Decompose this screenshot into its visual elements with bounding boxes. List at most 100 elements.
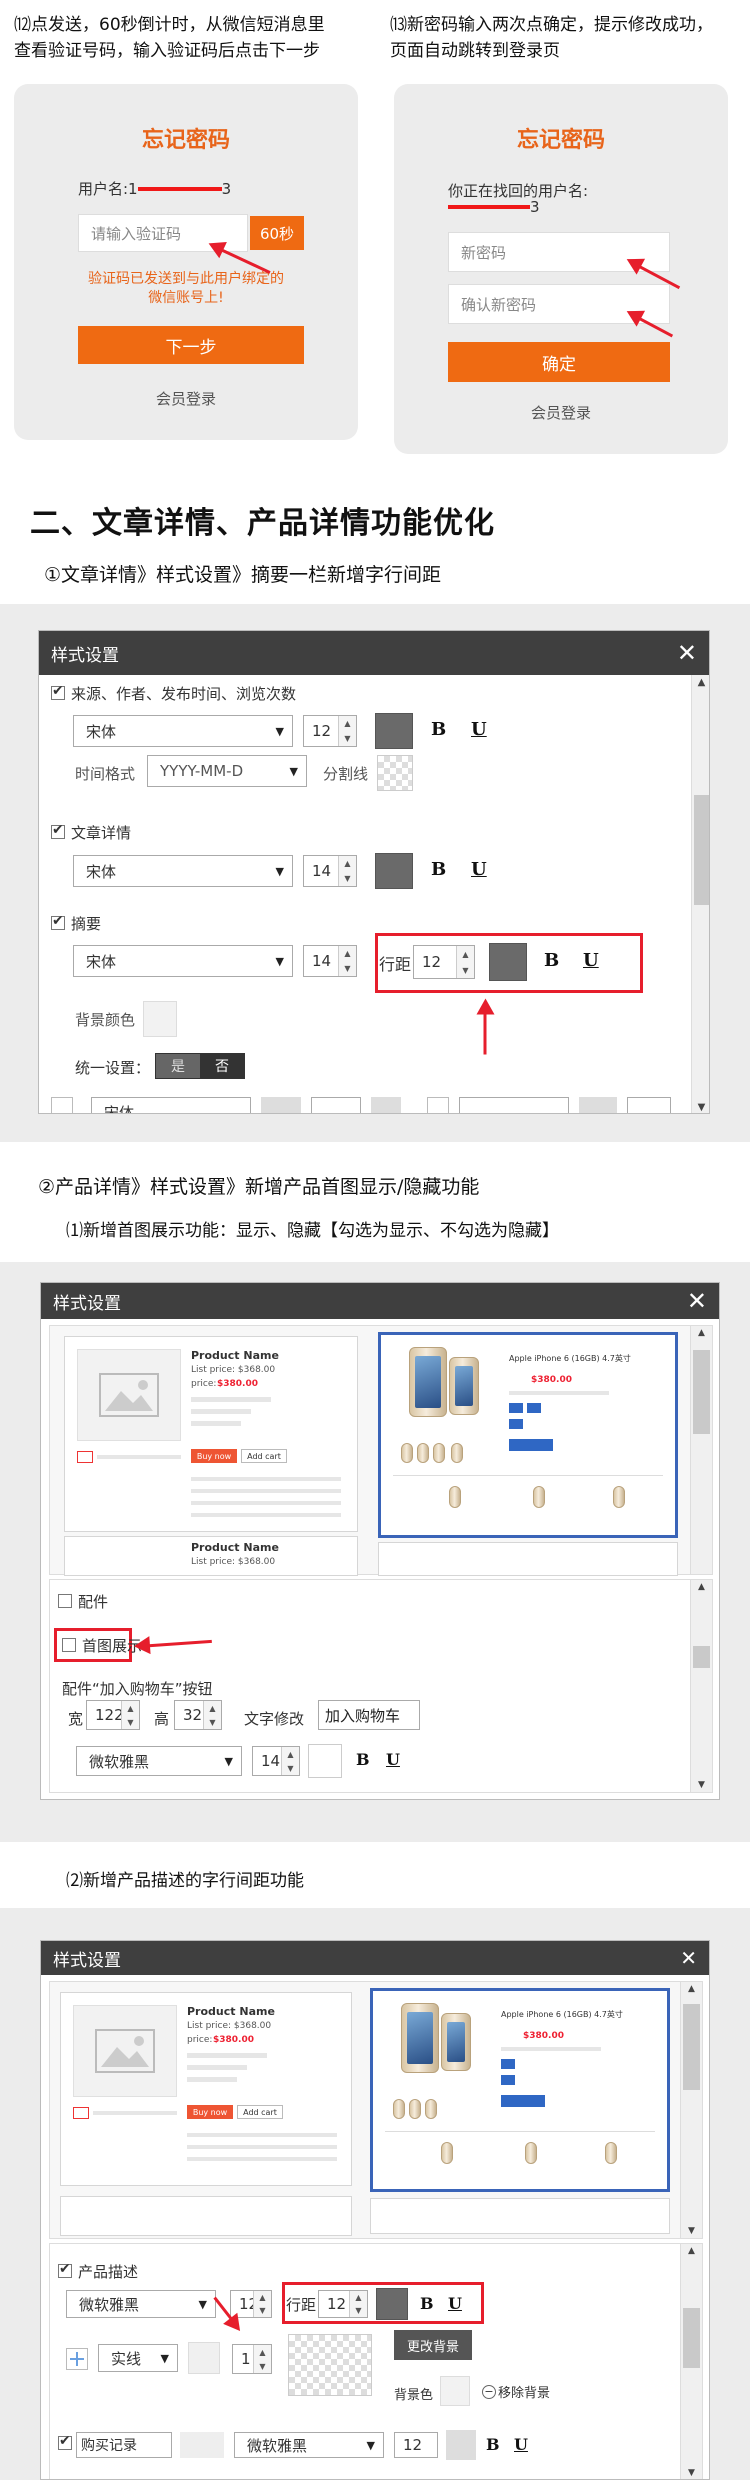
font-select[interactable]: 微软雅黑 ▼ [76, 1746, 242, 1776]
member-login-link[interactable]: 会员登录 [14, 388, 358, 409]
template-tile-right-2[interactable] [378, 1542, 678, 1576]
template-tile-left-2[interactable] [60, 2196, 352, 2236]
spinner-icon[interactable]: ▲ ▼ [456, 946, 474, 978]
font-size-stepper[interactable]: 14 ▲ ▼ [303, 855, 357, 887]
confirm-button[interactable]: 确定 [448, 342, 670, 382]
font-select[interactable] [459, 1097, 569, 1113]
scroll-thumb[interactable] [693, 1646, 710, 1668]
accessory-checkbox[interactable] [58, 1594, 72, 1608]
color-swatch[interactable] [375, 853, 413, 889]
scroll-thumb[interactable] [694, 795, 709, 905]
bold-button[interactable]: B [431, 719, 446, 740]
scroll-up-icon[interactable]: ▲ [681, 2246, 702, 2256]
scroll-down-icon[interactable]: ▼ [692, 1102, 709, 1113]
time-format-select[interactable]: YYYY-MM-D ▼ [147, 755, 307, 787]
color-swatch[interactable] [376, 2288, 408, 2320]
meta-checkbox[interactable] [51, 683, 65, 700]
countdown-button[interactable]: 60秒 [250, 216, 304, 250]
scroll-down-icon[interactable]: ▼ [681, 2468, 702, 2478]
width-stepper[interactable]: 122 ▲ ▼ [86, 1700, 140, 1730]
template-tile-left[interactable]: Product Name List price: $368.00 price: … [60, 1992, 352, 2186]
font-select[interactable]: 微软雅黑 ▼ [234, 2432, 384, 2458]
next-step-button[interactable]: 下一步 [78, 326, 304, 364]
scroll-up-icon[interactable]: ▲ [691, 1582, 712, 1592]
underline-button[interactable]: U [514, 2435, 528, 2454]
cut-checkbox[interactable] [51, 1097, 73, 1113]
height-stepper[interactable]: 32 ▲ ▼ [174, 1700, 222, 1730]
color-swatch[interactable] [371, 1097, 401, 1113]
spinner-icon[interactable]: ▲ ▼ [281, 1747, 299, 1775]
template-tile-right-selected[interactable]: Apple iPhone 6 (16GB) 4.7英寸 $380.00 [370, 1988, 670, 2192]
bold-button[interactable]: B [431, 859, 446, 880]
underline-button[interactable]: U [448, 2294, 462, 2313]
first-image-checkbox[interactable] [62, 1638, 76, 1652]
toggle-no[interactable]: 否 [200, 1054, 244, 1078]
line-spacing-stepper[interactable]: 12 ▲ ▼ [413, 945, 475, 979]
underline-button[interactable]: U [386, 1750, 400, 1769]
scroll-down-icon[interactable]: ▼ [691, 1780, 712, 1790]
color-swatch[interactable] [579, 1097, 617, 1113]
font-size-stepper[interactable] [311, 1097, 361, 1113]
bold-button[interactable]: B [544, 950, 559, 971]
gallery-scrollbar[interactable]: ▲ [690, 1326, 712, 1574]
bg-color-swatch[interactable] [143, 1001, 177, 1037]
scroll-up-icon[interactable]: ▲ [692, 677, 709, 688]
font-select[interactable]: 宋体 [91, 1097, 251, 1113]
spinner-icon[interactable]: ▲ ▼ [349, 2291, 367, 2317]
spinner-icon[interactable]: ▲ ▼ [203, 1701, 221, 1729]
article-checkbox[interactable] [51, 822, 65, 839]
color-swatch[interactable] [308, 1744, 342, 1778]
font-size-stepper[interactable]: 14 ▲ ▼ [303, 945, 357, 977]
options-scrollbar[interactable]: ▲ ▼ [690, 1580, 712, 1792]
font-select[interactable]: 宋体 ▼ [73, 945, 293, 977]
scrollbar[interactable]: ▲ ▼ [691, 675, 709, 1113]
color-swatch[interactable] [489, 943, 527, 981]
remove-bg-link[interactable]: − 移除背景 [482, 2382, 550, 2401]
border-style-select[interactable]: 实线 ▼ [98, 2344, 178, 2372]
scroll-up-icon[interactable]: ▲ [691, 1328, 712, 1338]
desc-checkbox[interactable] [58, 2261, 72, 2278]
spinner-icon[interactable]: ▲ ▼ [121, 1701, 139, 1729]
bold-button[interactable]: B [486, 2435, 500, 2454]
underline-button[interactable]: U [471, 719, 487, 740]
spinner-icon[interactable]: ▲ ▼ [253, 2291, 271, 2317]
color-swatch[interactable] [261, 1097, 301, 1113]
color-swatch[interactable] [180, 2432, 224, 2458]
template-tile-left[interactable]: Product Name List price: $368.00 price: … [64, 1336, 358, 1532]
cut-checkbox[interactable] [427, 1097, 449, 1113]
member-login-link[interactable]: 会员登录 [394, 402, 728, 423]
color-swatch[interactable] [188, 2342, 220, 2374]
spinner-icon[interactable]: ▲ ▼ [338, 856, 356, 886]
scroll-thumb[interactable] [683, 2004, 700, 2090]
border-color-picker[interactable] [66, 2348, 88, 2370]
scroll-thumb[interactable] [693, 1350, 710, 1434]
toggle-yes[interactable]: 是 [156, 1054, 200, 1078]
font-select[interactable]: 宋体 ▼ [73, 715, 293, 747]
font-size-stepper[interactable]: 14 ▲ ▼ [252, 1746, 300, 1776]
underline-button[interactable]: U [583, 950, 599, 971]
font-size-stepper[interactable]: 12 [394, 2432, 438, 2458]
unified-toggle[interactable]: 是 否 [155, 1053, 245, 1079]
font-select[interactable]: 微软雅黑 ▼ [66, 2290, 216, 2318]
spinner-icon[interactable]: ▲ ▼ [253, 2345, 271, 2373]
scroll-down-icon[interactable]: ▼ [681, 2226, 702, 2236]
bold-button[interactable]: B [420, 2294, 434, 2313]
summary-checkbox[interactable] [51, 913, 65, 930]
scroll-up-icon[interactable]: ▲ [681, 1984, 702, 1994]
bg-color-swatch[interactable] [440, 2376, 470, 2406]
font-size-stepper[interactable] [627, 1097, 671, 1113]
template-tile-right-2[interactable] [370, 2198, 670, 2234]
close-icon[interactable]: ✕ [680, 1946, 697, 1970]
close-icon[interactable]: ✕ [677, 641, 697, 665]
font-size-stepper[interactable]: 12 ▲ ▼ [303, 715, 357, 747]
change-bg-button[interactable]: 更改背景 [394, 2330, 472, 2360]
line-spacing-stepper[interactable]: 12 ▲ ▼ [318, 2290, 368, 2318]
color-swatch[interactable] [375, 713, 413, 749]
options-scrollbar[interactable]: ▲ ▼ [680, 2244, 702, 2479]
bold-button[interactable]: B [356, 1750, 370, 1769]
record-checkbox[interactable] [58, 2433, 72, 2450]
divider-pattern-swatch[interactable] [377, 755, 413, 791]
template-tile-left-2[interactable]: Product Name List price: $368.00 [64, 1536, 358, 1576]
record-label-input[interactable]: 购买记录 [76, 2432, 172, 2458]
close-icon[interactable]: ✕ [687, 1289, 707, 1313]
